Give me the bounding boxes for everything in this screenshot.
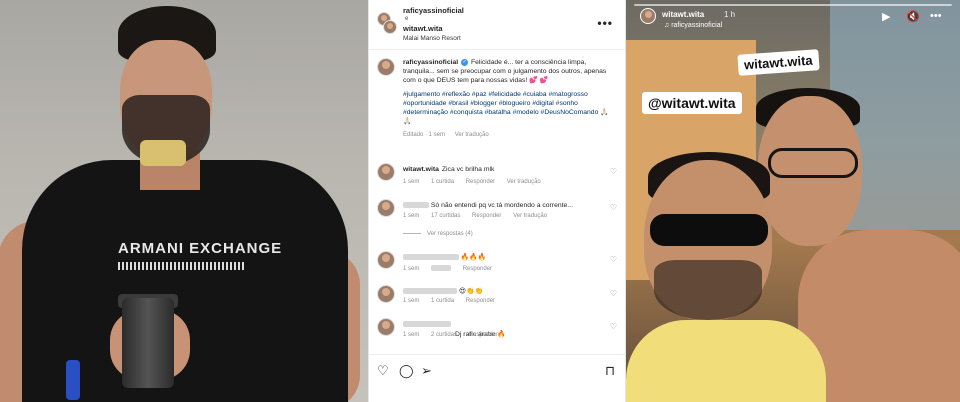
view-replies[interactable]: Ver respostas (4) — [403, 231, 473, 237]
more-horizontal-icon[interactable]: ••• — [597, 16, 613, 30]
reply-link[interactable]: Responder — [463, 266, 492, 272]
reply-link[interactable]: Responder — [472, 213, 501, 219]
comment-time: 1 sem — [403, 298, 420, 304]
story-mention-sticker[interactable]: @witawt.wita — [642, 92, 742, 114]
avatar[interactable] — [377, 285, 395, 303]
story-mention-tag[interactable]: witawt.wita — [737, 49, 820, 76]
post-actions-bar: ♡ ◯ ➢ ⊓ — [369, 354, 625, 402]
redacted-username — [403, 254, 459, 261]
comment-time: 1 sem — [403, 265, 420, 272]
see-translation-link[interactable]: Ver tradução — [455, 132, 489, 138]
caption-hashtags[interactable]: #julgamento #reflexão #paz #felicidade #… — [403, 90, 611, 126]
like-heart-icon[interactable]: ♡ — [610, 203, 617, 212]
person-1-shirt — [626, 320, 826, 402]
comment-likes[interactable]: 1 curtida — [431, 179, 454, 185]
reply-link[interactable]: Responder — [469, 332, 498, 338]
comment-icon[interactable]: ◯ — [399, 363, 414, 379]
comment-meta: 1 sem Responder — [403, 265, 502, 272]
comment-meta: 1 sem 2 curtidas Responder — [403, 332, 508, 338]
avatar[interactable] — [377, 163, 395, 181]
comment-meta: 1 sem 1 curtida Responder — [403, 298, 505, 304]
heart-icon[interactable]: ♡ — [377, 363, 389, 379]
redacted-username — [403, 288, 457, 295]
shirt-brand-text: ARMANI EXCHANGE — [118, 240, 283, 257]
blue-bracelet — [66, 360, 80, 400]
avatar[interactable] — [377, 199, 395, 217]
comment-text: 🔥🔥🔥 — [460, 254, 487, 261]
comment-time: 1 sem — [403, 332, 420, 338]
comment-likes[interactable]: 1 curtida — [431, 298, 454, 304]
avatar[interactable] — [377, 251, 395, 269]
play-icon[interactable]: ▶ — [882, 10, 890, 23]
like-heart-icon[interactable]: ♡ — [610, 289, 617, 298]
comment-meta: 1 sem 1 curtida Responder Ver tradução — [403, 179, 551, 185]
post-header: raficyassinoficial e witawt.wita Malai M… — [369, 0, 625, 50]
comment-likes[interactable]: 2 curtidas — [431, 332, 457, 338]
comment-text: Zica vc brilha mlk — [441, 166, 495, 173]
caption-username[interactable]: raficyassinoficial — [403, 59, 458, 66]
story-time: 1 h — [724, 10, 736, 19]
comment-time: 1 sem — [403, 179, 420, 185]
like-heart-icon[interactable]: ♡ — [610, 255, 617, 264]
reply-link[interactable]: Responder — [466, 298, 495, 304]
bookmark-icon[interactable]: ⊓ — [605, 363, 615, 379]
person-1-sunglasses — [650, 214, 768, 246]
header-and-text: e — [405, 16, 409, 22]
shirt-barcode — [118, 262, 246, 270]
location-link[interactable]: Malai Manso Resort — [403, 35, 461, 42]
comment-body: witawt.wita Zica vc brilha mlk — [403, 165, 603, 174]
caption-meta: Editado · 1 sem Ver tradução — [403, 131, 611, 140]
share-icon[interactable]: ➢ — [421, 363, 432, 379]
comment-text: Só não entendi pq vc tá mordendo a corre… — [430, 202, 573, 209]
mute-icon[interactable]: 🔇 — [906, 10, 920, 23]
comment-text: 😍👏👏 — [458, 288, 483, 295]
see-translation-link[interactable]: Ver tradução — [507, 179, 541, 185]
comment-username[interactable]: witawt.wita — [403, 166, 439, 173]
comment-meta: 1 sem 17 curtidas Responder Ver tradução — [403, 213, 557, 219]
verified-badge-icon: ✓ — [461, 58, 469, 66]
person-1-beard — [654, 260, 762, 320]
redacted-likes — [431, 265, 452, 271]
story-username[interactable]: witawt.wita — [662, 10, 704, 19]
comment-body: Só não entendi pq vc tá mordendo a corre… — [403, 201, 603, 210]
story-tagged-account[interactable]: ♫ raficyassinoficial — [664, 22, 722, 29]
gold-grill — [140, 140, 186, 166]
comment-body: 😍👏👏 — [403, 287, 603, 296]
header-username-2[interactable]: witawt.wita — [403, 24, 443, 33]
like-heart-icon[interactable]: ♡ — [610, 322, 617, 331]
header-username-1[interactable]: raficyassinoficial — [403, 6, 464, 15]
reply-link[interactable]: Responder — [466, 179, 495, 185]
avatar[interactable] — [383, 20, 397, 34]
replies-divider — [403, 232, 421, 234]
like-heart-icon[interactable]: ♡ — [610, 167, 617, 176]
avatar[interactable] — [377, 318, 395, 336]
comment-time: 1 sem — [403, 213, 420, 219]
story-tagged-account-label: raficyassinoficial — [671, 22, 723, 29]
tumbler-cup — [122, 298, 174, 388]
avatar[interactable] — [640, 8, 656, 24]
caption-body: raficyassinoficial ✓ Felicidade é... ter… — [403, 58, 611, 140]
person-2-glasses — [768, 148, 858, 178]
instagram-post-panel: raficyassinoficial e witawt.wita Malai M… — [368, 0, 626, 402]
redacted-username — [403, 202, 429, 209]
story-panel: witawt.wita 1 h ♫ raficyassinoficial ▶ 🔇… — [626, 0, 960, 402]
more-horizontal-icon[interactable]: ••• — [930, 10, 942, 22]
view-replies-label[interactable]: Ver respostas (4) — [427, 231, 473, 237]
comment-body — [403, 320, 603, 329]
left-photo: ARMANI EXCHANGE — [0, 0, 368, 402]
caption-time: Editado · 1 sem — [403, 132, 446, 138]
comment-body: 🔥🔥🔥 — [403, 253, 603, 262]
story-progress-bar — [634, 4, 952, 6]
redacted-username — [403, 321, 451, 328]
comment-likes[interactable]: 17 curtidas — [431, 213, 460, 219]
see-translation-link[interactable]: Ver tradução — [513, 213, 547, 219]
avatar[interactable] — [377, 58, 395, 76]
